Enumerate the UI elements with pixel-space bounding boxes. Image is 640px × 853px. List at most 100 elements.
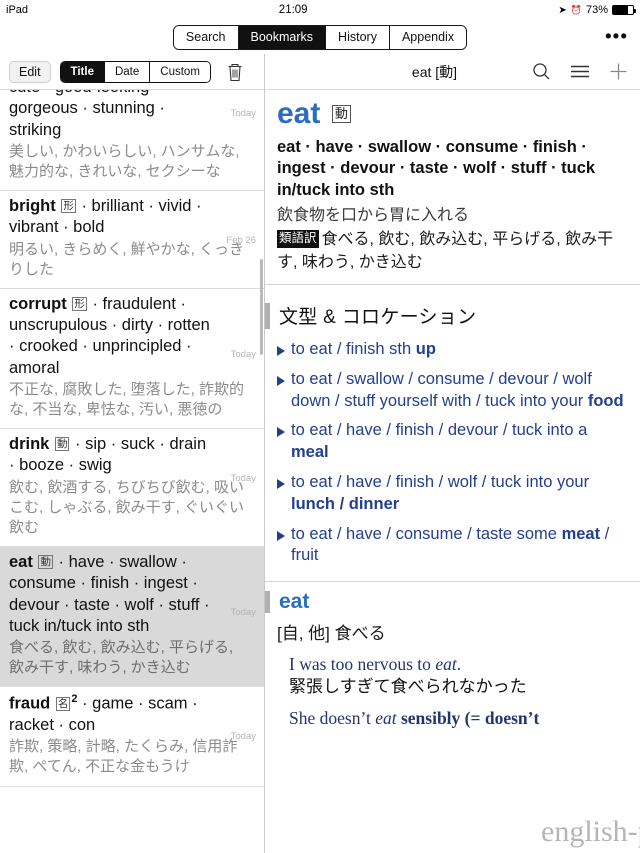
headword-row: eat 動 xyxy=(277,98,630,130)
bookmark-list[interactable]: cute · good-looking · gorgeous · stunnin… xyxy=(0,90,264,853)
bookmark-date: Feb 26 xyxy=(226,235,256,247)
entry-pane: eat [動] eat 動 eat · have · swallow · con… xyxy=(265,54,640,853)
bookmark-japanese: 美しい, かわいらしい, ハンサムな, 魅力的な, きれいな, セクシーな xyxy=(9,142,240,180)
triangle-bullet-icon xyxy=(277,479,285,489)
collocation-text: to eat / have / consume / taste some mea… xyxy=(291,524,610,565)
example-sentence: She doesn’t eat sensibly (= doesn’t xyxy=(289,708,540,729)
bookmark-date: Today xyxy=(230,606,256,618)
battery-icon xyxy=(612,5,636,15)
list-item[interactable]: cute · good-looking · gorgeous · stunnin… xyxy=(0,90,264,192)
plus-icon[interactable] xyxy=(609,62,628,81)
pos-badge: 名 xyxy=(55,696,71,712)
entry-japanese-definition: 飲食物を口から胃に入れる xyxy=(277,207,470,225)
battery-percent: 73% xyxy=(585,4,608,16)
trash-icon[interactable] xyxy=(225,61,245,83)
edit-button[interactable]: Edit xyxy=(9,60,51,83)
entry-japanese-translation: 食べる, 飲む, 飲み込む, 平らげる, 飲み干す, 味わう, かき込む xyxy=(277,231,614,271)
collocation-item[interactable]: to eat / have / finish / wolf / tuck int… xyxy=(265,468,640,520)
status-indicators: ➤ ⏰ 73% xyxy=(558,4,636,16)
collocation-section-header: 文型 & コロケーション xyxy=(265,293,640,335)
example-translation: 緊張しすぎて食べられなかった xyxy=(289,677,527,697)
bookmark-date: Today xyxy=(230,108,256,119)
list-item[interactable]: fraud 名2 · game · scam · racket · con To… xyxy=(0,687,264,787)
sort-segmented-control: Title Date Custom xyxy=(59,60,211,83)
bookmark-synonyms: fraud 名2 · game · scam · racket · con xyxy=(9,693,198,735)
example-sentence: I was too nervous to eat. xyxy=(289,654,462,675)
sense-section-header: eat xyxy=(265,582,640,615)
thesaurus-block: eat 動 eat · have · swallow · consume · f… xyxy=(265,90,640,286)
collocation-text: to eat / swallow / consume / devour / wo… xyxy=(291,369,624,410)
sort-by-custom[interactable]: Custom xyxy=(150,61,210,82)
list-item[interactable]: corrupt 形 · fraudulent · unscrupulous · … xyxy=(0,288,264,430)
bookmark-synonyms: bright 形 · brilliant · vivid · vibrant ·… xyxy=(9,197,202,237)
collocation-item[interactable]: to eat / swallow / consume / devour / wo… xyxy=(265,365,640,417)
segmented-control: Search Bookmarks History Appendix xyxy=(172,24,468,50)
entry-pos-badge: 動 xyxy=(331,104,351,123)
search-icon[interactable] xyxy=(532,62,551,81)
entry-headword: eat xyxy=(277,97,321,130)
collocation-item[interactable]: to eat / finish sth up xyxy=(265,335,640,365)
bookmarks-pane: Edit Title Date Custom cute · xyxy=(0,54,265,853)
section-accent-bar xyxy=(265,302,270,329)
ipad-dictionary-app: iPad 21:09 ➤ ⏰ 73% Search Bookmarks Hist… xyxy=(0,0,640,853)
pos-badge: 形 xyxy=(61,199,76,214)
list-item[interactable]: drink 動 · sip · suck · drain · booze · s… xyxy=(0,429,264,547)
bookmark-date: Today xyxy=(230,731,256,743)
triangle-bullet-icon xyxy=(277,427,285,438)
bookmark-synonyms: cute · good-looking · gorgeous · stunnin… xyxy=(9,90,165,139)
status-bar: iPad 21:09 ➤ ⏰ 73% xyxy=(0,0,640,20)
bookmark-japanese: 食べる, 飲む, 飲み込む, 平らげる, 飲み干す, 味わう, かき込む xyxy=(9,639,234,677)
clock: 21:09 xyxy=(278,4,308,16)
main-split-view: Edit Title Date Custom cute · xyxy=(0,54,640,853)
collocation-text: to eat / have / finish / devour / tuck i… xyxy=(291,421,588,462)
pos-badge: 動 xyxy=(54,437,70,452)
collocation-text: to eat / finish sth up xyxy=(291,340,436,359)
triangle-bullet-icon xyxy=(277,346,285,357)
triangle-bullet-icon xyxy=(277,530,285,541)
list-item-selected[interactable]: eat 動 · have · swallow · consume · finis… xyxy=(0,546,264,688)
entry-article[interactable]: eat 動 eat · have · swallow · consume · f… xyxy=(265,90,640,853)
collocation-item[interactable]: to eat / have / consume / taste some mea… xyxy=(265,520,640,572)
bookmark-japanese: 詐欺, 策略, 計略, たくらみ, 信用詐欺, ぺてん, 不正な金もうけ xyxy=(9,738,238,776)
pos-superscript: 2 xyxy=(71,693,78,706)
bookmark-date: Today xyxy=(230,348,256,360)
sense-grammar: [自, 他] 食べる xyxy=(277,624,386,644)
hamburger-menu-icon[interactable] xyxy=(570,64,590,79)
collocation-text: to eat / have / finish / wolf / tuck int… xyxy=(291,473,590,513)
collocation-section-title: 文型 & コロケーション xyxy=(279,307,477,329)
collocation-item[interactable]: to eat / have / finish / devour / tuck i… xyxy=(265,416,640,468)
tab-bookmarks[interactable]: Bookmarks xyxy=(238,25,327,49)
pos-badge: 形 xyxy=(72,296,87,312)
top-tab-bar: Search Bookmarks History Appendix ••• xyxy=(0,20,640,54)
bookmark-japanese: 明るい, きらめく, 鮮やかな, くっきりした xyxy=(9,240,245,278)
entry-toolbar: eat [動] xyxy=(265,54,640,90)
sort-by-title[interactable]: Title xyxy=(60,61,105,82)
bookmark-list-scrollbar[interactable] xyxy=(260,259,263,355)
tab-appendix[interactable]: Appendix xyxy=(389,25,467,49)
bookmarks-toolbar: Edit Title Date Custom xyxy=(0,54,264,90)
triangle-bullet-icon xyxy=(277,375,285,386)
entry-synonym-line: eat · have · swallow · consume · finish … xyxy=(277,137,596,200)
pos-badge: 動 xyxy=(38,554,53,570)
more-options-icon[interactable]: ••• xyxy=(605,27,628,47)
bookmark-date: Today xyxy=(230,473,256,485)
bookmark-japanese: 不正な, 腐敗した, 堕落した, 詐欺的な, 不当な, 卑怯な, 汚い, 悪徳の xyxy=(9,380,245,418)
entry-japanese-translation-row: 類語訳 食べる, 飲む, 飲み込む, 平らげる, 飲み干す, 味わう, かき込む xyxy=(277,229,630,274)
entry-toolbar-icons xyxy=(532,62,628,81)
bookmark-synonyms: drink 動 · sip · suck · drain · booze · s… xyxy=(9,435,207,475)
device-name: iPad xyxy=(6,4,29,16)
alarm-clock-icon: ⏰ xyxy=(570,4,582,15)
bookmark-japanese: 飲む, 飲酒する, ちびちび飲む, 吸いこむ, しゃぶる, 飲み干す, ぐいぐい… xyxy=(9,478,245,536)
sense-headword: eat xyxy=(279,590,310,614)
translation-tag: 類語訳 xyxy=(277,230,319,249)
entry-title: eat [動] xyxy=(411,63,458,80)
tab-history[interactable]: History xyxy=(326,25,390,49)
sort-by-date[interactable]: Date xyxy=(104,61,151,82)
bookmark-synonyms: eat 動 · have · swallow · consume · finis… xyxy=(9,552,210,635)
tab-search[interactable]: Search xyxy=(173,25,239,49)
location-arrow-icon: ➤ xyxy=(558,4,567,16)
collocation-block: 文型 & コロケーション to eat / finish sth up to e… xyxy=(265,285,640,583)
sense-block: eat [自, 他] 食べる I was too nervous to eat.… xyxy=(265,582,640,730)
list-item[interactable]: bright 形 · brilliant · vivid · vibrant ·… xyxy=(0,191,264,289)
section-accent-bar xyxy=(265,590,270,613)
